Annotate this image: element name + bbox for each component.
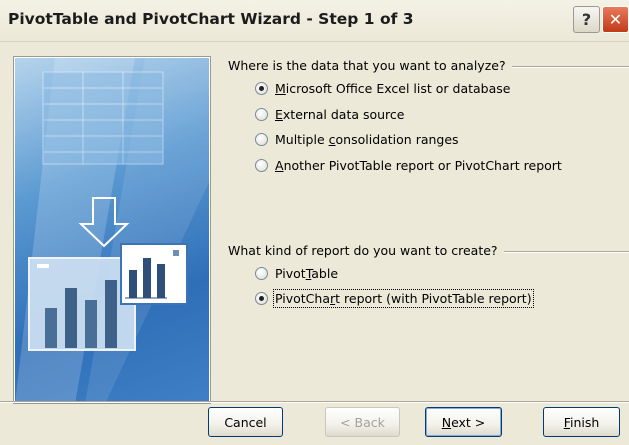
- back-label: < Back: [340, 414, 385, 430]
- finish-button[interactable]: Finish: [543, 407, 620, 437]
- radio-label: Microsoft Office Excel list or database: [275, 81, 511, 96]
- cancel-label: Cancel: [224, 414, 267, 430]
- radio-label: Multiple consolidation ranges: [275, 132, 459, 147]
- wizard-illustration-graphic: [15, 58, 209, 402]
- button-bar-divider: [0, 401, 629, 403]
- radio-button[interactable]: [255, 267, 268, 280]
- radio-another-pivot[interactable]: Another PivotTable report or PivotChart …: [255, 158, 562, 173]
- next-button[interactable]: Next >: [425, 407, 502, 437]
- close-icon: ✕: [608, 10, 623, 29]
- radio-consolidation-ranges[interactable]: Multiple consolidation ranges: [255, 132, 459, 147]
- title-bar: PivotTable and PivotChart Wizard - Step …: [0, 0, 629, 42]
- next-label: Next >: [441, 414, 486, 430]
- radio-label: PivotTable: [275, 266, 339, 281]
- source-group-label: Where is the data that you want to analy…: [228, 58, 512, 73]
- help-button[interactable]: ?: [573, 6, 600, 33]
- radio-excel-list[interactable]: Microsoft Office Excel list or database: [255, 81, 510, 96]
- cancel-button[interactable]: Cancel: [208, 407, 283, 437]
- radio-label: Another PivotTable report or PivotChart …: [275, 158, 562, 173]
- radio-pivotchart[interactable]: PivotChart report (with PivotTable repor…: [255, 289, 534, 308]
- report-group-label: What kind of report do you want to creat…: [228, 243, 504, 258]
- help-icon: ?: [581, 10, 592, 29]
- radio-label: PivotChart report (with PivotTable repor…: [273, 289, 534, 308]
- radio-button[interactable]: [255, 108, 268, 121]
- radio-button[interactable]: [255, 133, 268, 146]
- wizard-illustration: [13, 56, 211, 404]
- radio-button[interactable]: [255, 159, 268, 172]
- radio-button[interactable]: [255, 292, 268, 305]
- radio-button[interactable]: [255, 82, 268, 95]
- window-title: PivotTable and PivotChart Wizard - Step …: [8, 10, 414, 28]
- back-button[interactable]: < Back: [325, 407, 400, 437]
- radio-external-source[interactable]: External data source: [255, 107, 404, 122]
- finish-label: Finish: [563, 414, 600, 430]
- radio-pivottable[interactable]: PivotTable: [255, 266, 338, 281]
- radio-label: External data source: [275, 107, 405, 122]
- close-button[interactable]: ✕: [602, 6, 629, 33]
